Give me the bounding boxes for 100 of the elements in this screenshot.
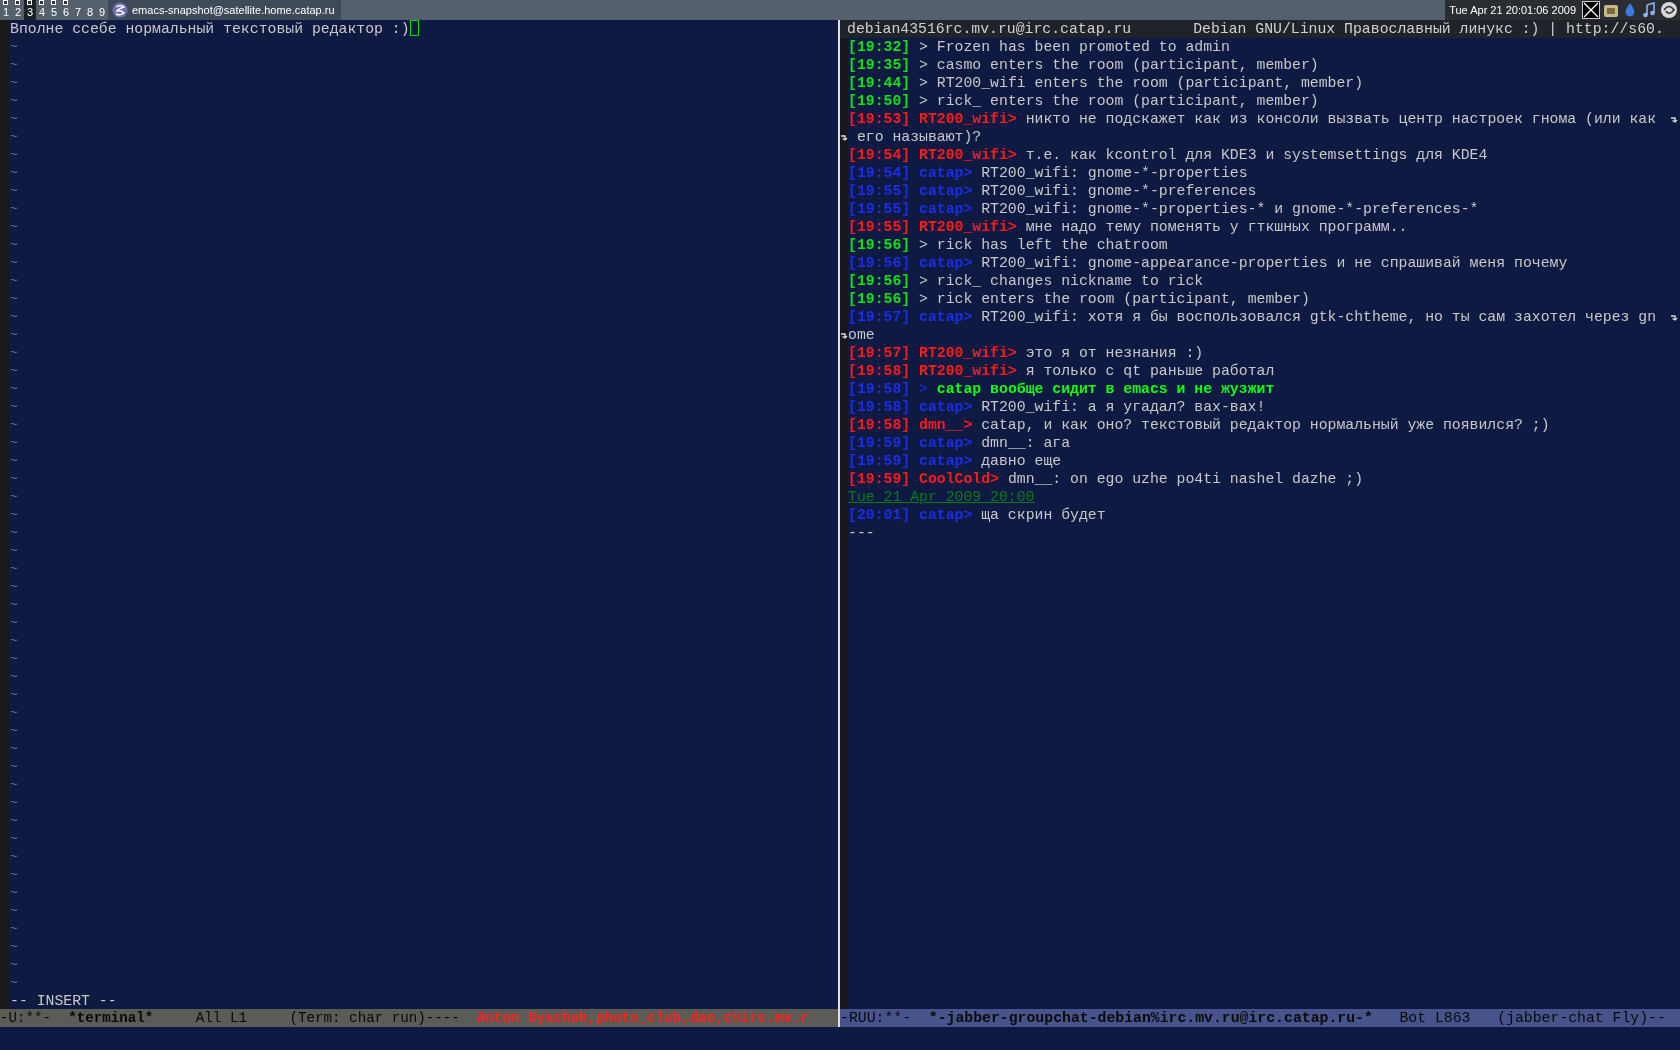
sender-nick: > — [919, 93, 928, 109]
desktop-button[interactable]: 2 — [12, 0, 24, 20]
message-time: [19:57] — [848, 345, 911, 361]
empty-line-marker: ~ — [10, 560, 19, 578]
message-time: [19:58] — [848, 363, 911, 379]
taskbar-window-button[interactable]: emacs-snapshot@satellite.home.catap.ru — [108, 0, 341, 20]
desktop-button[interactable]: 6 — [60, 0, 72, 20]
empty-line-marker: ~ — [10, 794, 19, 812]
emacs-logo-icon[interactable] — [112, 2, 128, 18]
message-text: rick enters the room (participant, member) — [936, 291, 1310, 307]
message-time: [19:56] — [848, 255, 911, 271]
buffer-name: *terminal* — [68, 1010, 154, 1026]
message-time: [19:56] — [848, 273, 911, 289]
message-time: [19:53] — [848, 111, 911, 127]
message-text: никто не подскажет как из консоли вызвать центр настроек гнома (или как — [1025, 111, 1657, 127]
position-text: Bot L863 — [1399, 1010, 1471, 1026]
desktop-button[interactable]: 7 — [72, 0, 84, 20]
sender-nick: catap> — [919, 183, 973, 199]
major-mode-text: (jabber-chat Fly)-- — [1497, 1010, 1666, 1026]
empty-line-marker: ~ — [10, 416, 19, 434]
message-text: casmo enters the room (participant, member) — [936, 57, 1319, 73]
message-text: RT200_wifi: gnome-*-properties-* и gnome-*-preferences-* — [981, 201, 1479, 217]
sender-nick: dmn__> — [919, 417, 973, 433]
sender-nick: catap> — [919, 309, 973, 325]
empty-line-marker: ~ — [10, 686, 19, 704]
sender-nick: > — [919, 39, 928, 55]
text-cursor — [409, 20, 419, 36]
message-text: catap, и как оно? текстовый редактор нормальный уже появился? ;) — [981, 417, 1550, 433]
empty-line-marker: ~ — [10, 866, 19, 884]
message-text: RT200_wifi: а я угадал? вах-вах! — [981, 399, 1266, 415]
desktop-button[interactable]: 9 — [96, 0, 108, 20]
message-time: [19:57] — [848, 309, 911, 325]
sender-nick: CoolCold> — [919, 471, 999, 487]
empty-line-marker: ~ — [10, 506, 19, 524]
message-time: [19:54] — [848, 147, 911, 163]
desktop-button[interactable]: 4 — [36, 0, 48, 20]
message-time: [19:59] — [848, 453, 911, 469]
message-time: [19:56] — [848, 291, 911, 307]
chat-text: --- — [848, 525, 875, 541]
empty-line-marker: ~ — [10, 722, 19, 740]
desktop-button[interactable]: 3 — [24, 0, 36, 20]
sender-nick: > — [919, 75, 928, 91]
sender-nick: > — [919, 273, 928, 289]
message-text: давно еще — [981, 453, 1062, 469]
message-time: [19:50] — [848, 93, 911, 109]
sender-nick: RT200_wifi> — [919, 147, 1017, 163]
close-box-icon[interactable] — [1582, 1, 1600, 19]
sender-nick: catap> — [919, 399, 973, 415]
empty-line-marker: ~ — [10, 218, 19, 236]
empty-line-marker: ~ — [10, 326, 19, 344]
message-time: [19:44] — [848, 75, 911, 91]
sender-nick: > — [919, 57, 928, 73]
desktop-button[interactable]: 1 — [0, 0, 12, 20]
message-text: это я от незнания :) — [1025, 345, 1204, 361]
message-text: rick has left the chatroom — [936, 237, 1168, 253]
sender-nick: catap> — [919, 165, 973, 181]
message-text: catap вообще сидит в emacs и не жузжит — [936, 381, 1275, 397]
empty-line-marker: ~ — [10, 740, 19, 758]
empty-line-marker: ~ — [10, 488, 19, 506]
music-note-icon[interactable] — [1641, 2, 1657, 18]
empty-line-marker: ~ — [10, 452, 19, 470]
message-time: [19:55] — [848, 219, 911, 235]
sender-nick: > — [919, 381, 928, 397]
message-text: Frozen has been promoted to admin — [936, 39, 1230, 55]
activity-alerts-text: Anton Dyachuk,photo_club,dao,c%irc.mv.r — [475, 1009, 810, 1027]
empty-line-marker: ~ — [10, 290, 19, 308]
message-text: RT200_wifi: gnome-appearance-properties и не спрашивай меня почему — [981, 255, 1568, 271]
buffer-name: *-jabber-groupchat-debian%irc.mv.ru@irc.catap.ru-* — [928, 1010, 1373, 1026]
empty-line-marker: ~ — [10, 74, 19, 92]
message-text: т.е. как kcontrol для KDE3 и systemsettings для KDE4 — [1025, 147, 1488, 163]
sender-nick: RT200_wifi> — [919, 219, 1017, 235]
empty-line-marker: ~ — [10, 542, 19, 560]
empty-line-marker: ~ — [10, 146, 19, 164]
empty-line-marker: ~ — [10, 614, 19, 632]
empty-line-marker: ~ — [10, 164, 19, 182]
empty-line-marker: ~ — [10, 974, 19, 992]
empty-line-marker: ~ — [10, 632, 19, 650]
empty-line-marker: ~ — [10, 470, 19, 488]
message-time: [19:58] — [848, 381, 911, 397]
message-text: dmn__: ага — [981, 435, 1071, 451]
empty-line-marker: ~ — [10, 848, 19, 866]
swirl-icon[interactable] — [1660, 1, 1678, 19]
empty-line-marker: ~ — [10, 272, 19, 290]
tray-app-icon[interactable] — [1603, 2, 1619, 18]
message-time: [19:59] — [848, 471, 911, 487]
empty-line-marker: ~ — [10, 578, 19, 596]
major-mode-text: (Term: char run)---- — [289, 1010, 460, 1026]
empty-line-marker: ~ — [10, 56, 19, 74]
empty-line-marker: ~ — [10, 596, 19, 614]
empty-line-marker: ~ — [10, 902, 19, 920]
editor-text-line: Вполне ссебе нормальный текстовый редактор :) — [10, 21, 410, 37]
empty-line-marker: ~ — [10, 110, 19, 128]
sender-nick: RT200_wifi> — [919, 363, 1017, 379]
empty-line-marker: ~ — [10, 38, 19, 56]
message-time: [19:54] — [848, 165, 911, 181]
message-text-continued: ome — [848, 327, 875, 343]
desktop-button[interactable]: 5 — [48, 0, 60, 20]
desktop-button[interactable]: 8 — [84, 0, 96, 20]
empty-line-marker: ~ — [10, 524, 19, 542]
message-time: [19:32] — [848, 39, 911, 55]
